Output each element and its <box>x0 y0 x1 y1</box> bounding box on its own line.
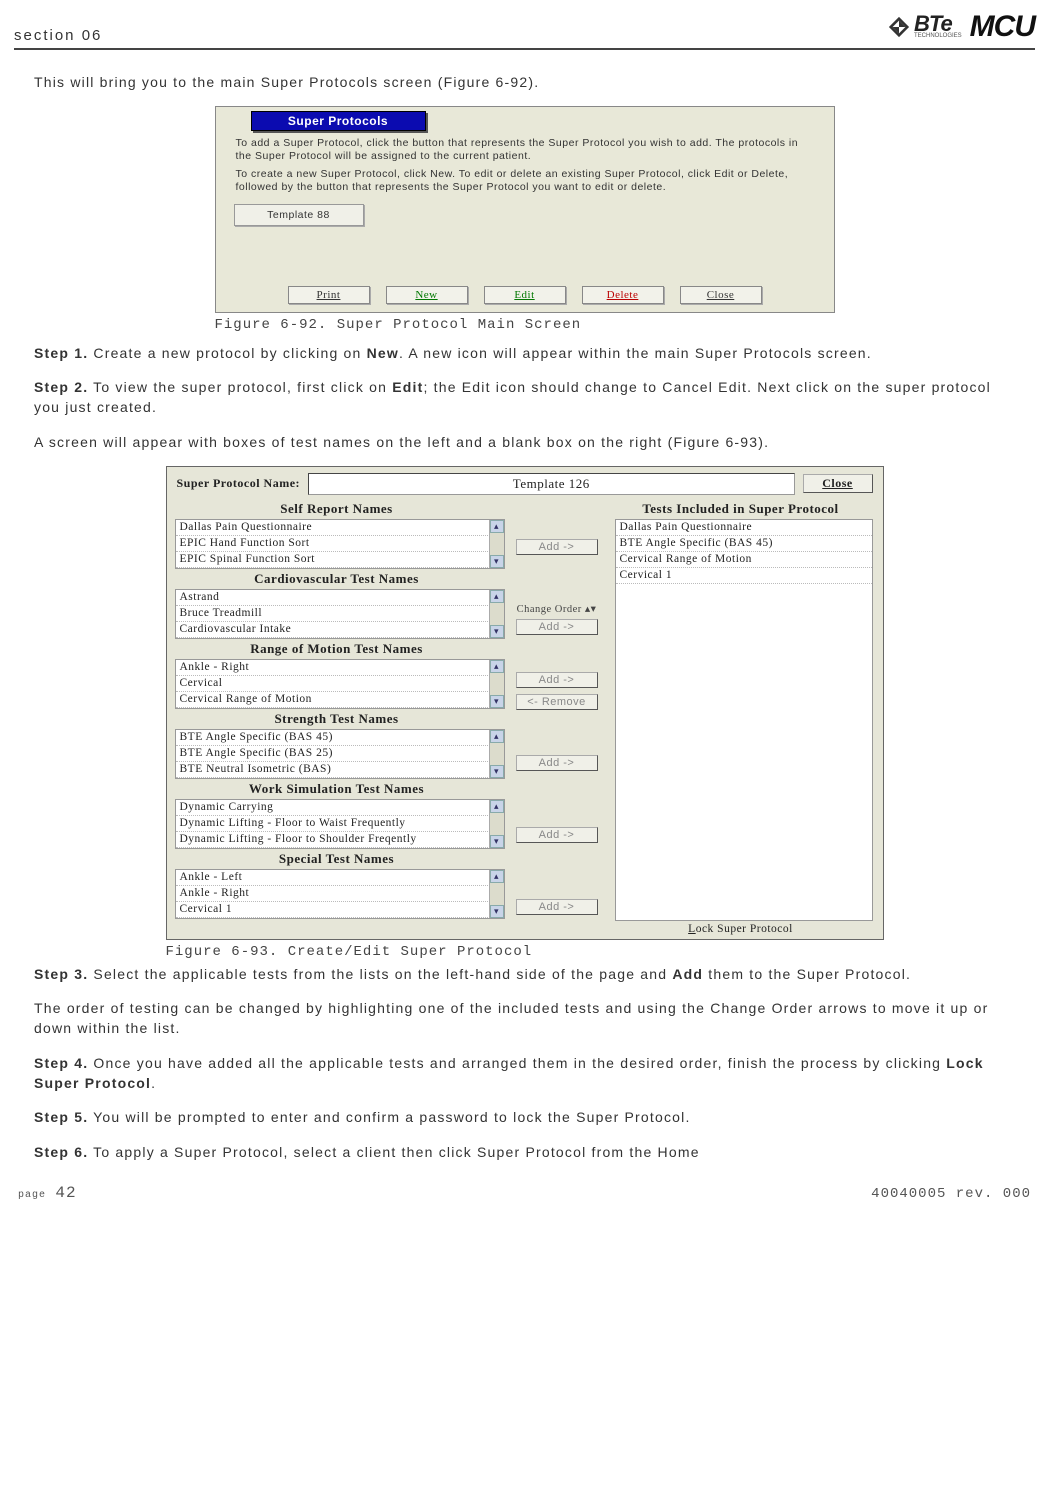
list-item[interactable]: BTE Angle Specific (BAS 45) <box>616 536 872 552</box>
mcu-logo: MCU <box>970 10 1035 44</box>
fig92-text1: To add a Super Protocol, click the butto… <box>216 137 834 168</box>
add-button[interactable]: Add -> <box>516 899 598 915</box>
add-button[interactable]: Add -> <box>516 672 598 688</box>
logos: BTe TECHNOLOGIES MCU <box>888 10 1035 44</box>
print-button[interactable]: Print <box>288 286 370 304</box>
fig93-caption: Figure 6-93. Create/Edit Super Protocol <box>166 944 884 960</box>
add-button[interactable]: Add -> <box>516 619 598 635</box>
worksim-list[interactable]: Dynamic Carrying Dynamic Lifting - Floor… <box>175 799 505 849</box>
step-3: Step 3. Select the applicable tests from… <box>34 964 1015 984</box>
strength-list[interactable]: BTE Angle Specific (BAS 45) BTE Angle Sp… <box>175 729 505 779</box>
list-item[interactable]: Ankle - Left <box>176 870 504 886</box>
strength-header: Strength Test Names <box>167 709 507 729</box>
list-item[interactable]: Ankle - Right <box>176 886 504 902</box>
edit-button[interactable]: Edit <box>484 286 566 304</box>
list-item[interactable]: Cardiovascular Intake <box>176 622 504 638</box>
page-label: page <box>18 1190 46 1201</box>
list-item[interactable]: Ankle - Right <box>176 660 504 676</box>
super-protocol-name-input[interactable]: Template 126 <box>308 473 794 495</box>
fig92-text2: To create a new Super Protocol, click Ne… <box>216 168 834 199</box>
self-report-header: Self Report Names <box>167 499 507 519</box>
lock-super-protocol-button[interactable]: Lock Super Protocol <box>607 921 875 939</box>
page-number: 42 <box>55 1184 76 1202</box>
special-list[interactable]: Ankle - Left Ankle - Right Cervical 1 <box>175 869 505 919</box>
scrollbar[interactable] <box>489 520 504 568</box>
add-button[interactable]: Add -> <box>516 755 598 771</box>
scrollbar[interactable] <box>489 800 504 848</box>
intro-text: This will bring you to the main Super Pr… <box>34 72 1015 92</box>
cardio-list[interactable]: Astrand Bruce Treadmill Cardiovascular I… <box>175 589 505 639</box>
new-button[interactable]: New <box>386 286 468 304</box>
worksim-header: Work Simulation Test Names <box>167 779 507 799</box>
add-button[interactable]: Add -> <box>516 827 598 843</box>
list-item[interactable]: Dynamic Carrying <box>176 800 504 816</box>
revision-number: 40040005 rev. 000 <box>871 1186 1031 1202</box>
list-item[interactable]: EPIC Spinal Function Sort <box>176 552 504 568</box>
list-item[interactable]: Cervical Range of Motion <box>176 692 504 708</box>
para-after-step3: The order of testing can be changed by h… <box>34 998 1015 1039</box>
list-item[interactable]: BTE Angle Specific (BAS 45) <box>176 730 504 746</box>
super-protocol-name-label: Super Protocol Name: <box>177 476 301 491</box>
special-header: Special Test Names <box>167 849 507 869</box>
step-1: Step 1. Create a new protocol by clickin… <box>34 343 1015 363</box>
list-item[interactable]: BTE Neutral Isometric (BAS) <box>176 762 504 778</box>
section-label: section 06 <box>14 27 102 44</box>
list-item[interactable]: Cervical Range of Motion <box>616 552 872 568</box>
step-6: Step 6. To apply a Super Protocol, selec… <box>34 1142 1015 1162</box>
close-button[interactable]: Close <box>680 286 762 304</box>
change-order-label[interactable]: Change Order ▴▾ <box>517 603 597 615</box>
rom-list[interactable]: Ankle - Right Cervical Cervical Range of… <box>175 659 505 709</box>
scrollbar[interactable] <box>489 870 504 918</box>
list-item[interactable]: Dallas Pain Questionnaire <box>616 520 872 536</box>
included-list[interactable]: Dallas Pain Questionnaire BTE Angle Spec… <box>615 519 873 921</box>
cardio-header: Cardiovascular Test Names <box>167 569 507 589</box>
bte-sub: TECHNOLOGIES <box>914 33 962 39</box>
list-item[interactable]: Cervical <box>176 676 504 692</box>
self-report-list[interactable]: Dallas Pain Questionnaire EPIC Hand Func… <box>175 519 505 569</box>
list-item[interactable]: Dallas Pain Questionnaire <box>176 520 504 536</box>
figure-6-93: Super Protocol Name: Template 126 Close … <box>166 466 884 940</box>
bte-text: BTe <box>914 15 962 33</box>
add-button[interactable]: Add -> <box>516 539 598 555</box>
fig92-caption: Figure 6-92. Super Protocol Main Screen <box>215 317 835 333</box>
rom-header: Range of Motion Test Names <box>167 639 507 659</box>
included-header: Tests Included in Super Protocol <box>607 499 875 519</box>
scrollbar[interactable] <box>489 590 504 638</box>
step-4: Step 4. Once you have added all the appl… <box>34 1053 1015 1094</box>
list-item[interactable]: Cervical 1 <box>176 902 504 918</box>
remove-button[interactable]: <- Remove <box>516 694 598 710</box>
scrollbar[interactable] <box>489 660 504 708</box>
step-2: Step 2. To view the super protocol, firs… <box>34 377 1015 418</box>
scrollbar[interactable] <box>489 730 504 778</box>
list-item[interactable]: Cervical 1 <box>616 568 872 584</box>
bte-logo: BTe TECHNOLOGIES <box>888 15 962 39</box>
template-88-button[interactable]: Template 88 <box>234 204 364 226</box>
list-item[interactable]: Astrand <box>176 590 504 606</box>
close-button[interactable]: Close <box>803 474 873 493</box>
super-protocols-banner: Super Protocols <box>251 111 426 131</box>
list-item[interactable]: Dynamic Lifting - Floor to Waist Frequen… <box>176 816 504 832</box>
delete-button[interactable]: Delete <box>582 286 664 304</box>
page-header: section 06 BTe TECHNOLOGIES MCU <box>14 10 1035 50</box>
list-item[interactable]: EPIC Hand Function Sort <box>176 536 504 552</box>
figure-6-92: Super Protocols To add a Super Protocol,… <box>215 106 835 312</box>
list-item[interactable]: BTE Angle Specific (BAS 25) <box>176 746 504 762</box>
list-item[interactable]: Bruce Treadmill <box>176 606 504 622</box>
list-item[interactable]: Dynamic Lifting - Floor to Shoulder Freq… <box>176 832 504 848</box>
para-after-step2: A screen will appear with boxes of test … <box>34 432 1015 452</box>
step-5: Step 5. You will be prompted to enter an… <box>34 1107 1015 1127</box>
page-footer: page 42 40040005 rev. 000 <box>14 1176 1035 1202</box>
bte-diamond-icon <box>888 16 910 38</box>
